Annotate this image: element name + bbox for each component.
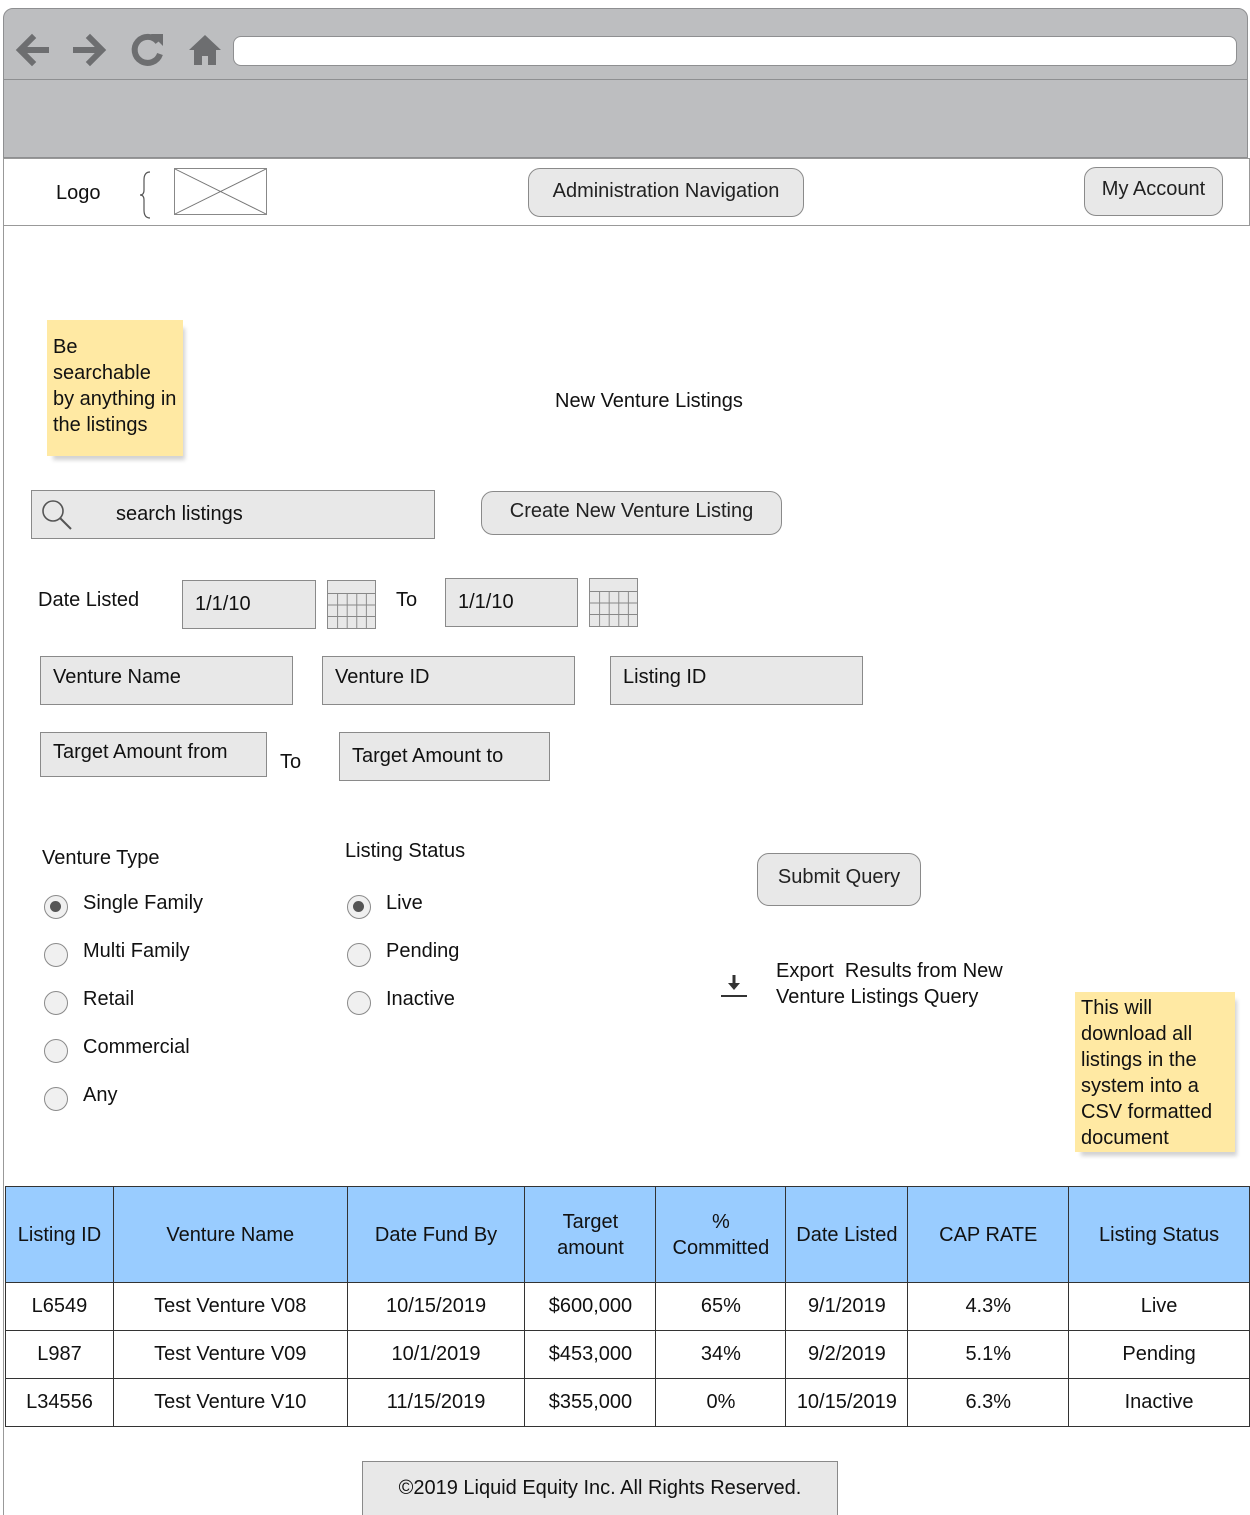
listing-id-field[interactable]: Listing ID <box>610 656 863 705</box>
radio-label-multi-family: Multi Family <box>83 940 190 962</box>
target-to-label: To <box>280 751 302 773</box>
column-header[interactable]: Target amount <box>524 1186 657 1283</box>
radio-label-inactive: Inactive <box>386 988 455 1010</box>
cell-venture-name: Test Venture V09 <box>112 1330 348 1379</box>
listing-status-label: Listing Status <box>345 840 466 862</box>
cell-date-fund-by: 10/1/2019 <box>346 1330 526 1379</box>
table-row[interactable]: L6549 Test Venture V08 10/15/2019 $600,0… <box>5 1282 1250 1331</box>
cell-listing-status: Pending <box>1068 1330 1250 1379</box>
calendar-icon[interactable] <box>327 580 376 629</box>
radio-label-single-family: Single Family <box>83 892 204 914</box>
cell-date-listed: 9/1/2019 <box>785 1282 909 1331</box>
reload-icon[interactable] <box>127 30 167 70</box>
radio-label-retail: Retail <box>83 988 135 1010</box>
table-row[interactable]: L34556 Test Venture V10 11/15/2019 $355,… <box>5 1378 1250 1427</box>
page-title: New Venture Listings <box>555 390 743 412</box>
export-results-link[interactable]: Export Results from New Venture Listings… <box>776 958 1003 1010</box>
brace-icon <box>139 171 151 219</box>
cell-percent-committed: 34% <box>655 1330 787 1379</box>
export-annotation-note: This will download all listings in the s… <box>1075 992 1235 1152</box>
radio-live[interactable] <box>347 895 371 919</box>
logo-image-placeholder[interactable] <box>174 168 267 215</box>
column-header-label: Target amount <box>557 1210 624 1259</box>
results-table: Listing ID Venture Name Date Fund By Tar… <box>5 1186 1250 1427</box>
radio-any[interactable] <box>44 1087 68 1111</box>
cell-venture-name: Test Venture V08 <box>112 1282 348 1331</box>
venture-name-field[interactable]: Venture Name <box>40 656 293 705</box>
cell-listing-status: Inactive <box>1068 1378 1250 1427</box>
radio-label-commercial: Commercial <box>83 1036 190 1058</box>
my-account-button[interactable]: My Account <box>1084 167 1223 216</box>
cell-listing-id: L6549 <box>5 1282 114 1331</box>
cell-percent-committed: 0% <box>655 1378 787 1427</box>
column-header[interactable]: Listing ID <box>5 1186 114 1283</box>
browser-tabbar <box>3 80 1248 158</box>
cell-cap-rate: 4.3% <box>907 1282 1070 1331</box>
column-header[interactable]: Date Listed <box>785 1186 909 1283</box>
cell-date-fund-by: 11/15/2019 <box>346 1378 526 1427</box>
date-listed-label: Date Listed <box>38 589 140 611</box>
cell-listing-id: L34556 <box>5 1378 114 1427</box>
column-header[interactable]: Listing Status <box>1068 1186 1250 1283</box>
radio-inactive[interactable] <box>347 991 371 1015</box>
date-to-label: To <box>396 589 418 611</box>
radio-label-live: Live <box>386 892 423 914</box>
cell-cap-rate: 5.1% <box>907 1330 1070 1379</box>
column-header[interactable]: Venture Name <box>112 1186 348 1283</box>
venture-type-label: Venture Type <box>42 847 160 869</box>
cell-date-listed: 10/15/2019 <box>785 1378 909 1427</box>
cell-percent-committed: 65% <box>655 1282 787 1331</box>
create-new-venture-listing-button[interactable]: Create New Venture Listing <box>481 491 782 535</box>
cell-listing-id: L987 <box>5 1330 114 1379</box>
footer-copyright: ©2019 Liquid Equity Inc. All Rights Rese… <box>362 1461 838 1515</box>
search-input[interactable]: search listings <box>31 490 435 539</box>
radio-multi-family[interactable] <box>44 943 68 967</box>
column-header[interactable]: % Committed <box>655 1186 787 1283</box>
arrow-right-icon[interactable] <box>70 30 110 70</box>
calendar-icon[interactable] <box>589 578 638 627</box>
target-amount-from-field[interactable]: Target Amount from <box>40 732 267 777</box>
cell-date-listed: 9/2/2019 <box>785 1330 909 1379</box>
arrow-left-icon[interactable] <box>12 30 52 70</box>
export-line-2: Venture Listings Query <box>776 986 979 1008</box>
column-header[interactable]: CAP RATE <box>907 1186 1070 1283</box>
cell-target-amount: $355,000 <box>524 1378 657 1427</box>
search-placeholder: search listings <box>116 503 243 525</box>
radio-label-pending: Pending <box>386 940 460 962</box>
logo-label: Logo <box>56 182 101 204</box>
cell-date-fund-by: 10/15/2019 <box>346 1282 526 1331</box>
table-row[interactable]: L987 Test Venture V09 10/1/2019 $453,000… <box>5 1330 1250 1379</box>
radio-retail[interactable] <box>44 991 68 1015</box>
radio-label-any: Any <box>83 1084 118 1106</box>
column-header[interactable]: Date Fund By <box>346 1186 526 1283</box>
date-from-field[interactable]: 1/1/10 <box>182 580 316 629</box>
venture-id-field[interactable]: Venture ID <box>322 656 575 705</box>
home-icon[interactable] <box>185 30 225 70</box>
search-icon <box>42 500 72 530</box>
address-bar[interactable] <box>233 36 1237 66</box>
radio-commercial[interactable] <box>44 1039 68 1063</box>
column-header-label: % Committed <box>672 1210 770 1259</box>
cell-listing-status: Live <box>1068 1282 1250 1331</box>
submit-query-button[interactable]: Submit Query <box>757 853 921 906</box>
target-amount-to-field[interactable]: Target Amount to <box>339 732 550 781</box>
export-line-1: Export Results from New <box>776 960 1003 982</box>
cell-cap-rate: 6.3% <box>907 1378 1070 1427</box>
cell-target-amount: $453,000 <box>524 1330 657 1379</box>
table-header-row: Listing ID Venture Name Date Fund By Tar… <box>5 1186 1250 1283</box>
radio-single-family[interactable] <box>44 895 68 919</box>
administration-navigation-button[interactable]: Administration Navigation <box>528 168 804 217</box>
cell-venture-name: Test Venture V10 <box>112 1378 348 1427</box>
download-icon[interactable] <box>719 972 749 1000</box>
cell-target-amount: $600,000 <box>524 1282 657 1331</box>
search-annotation-note: Be searchable by anything in the listing… <box>47 320 183 456</box>
date-to-field[interactable]: 1/1/10 <box>445 578 578 627</box>
radio-pending[interactable] <box>347 943 371 967</box>
